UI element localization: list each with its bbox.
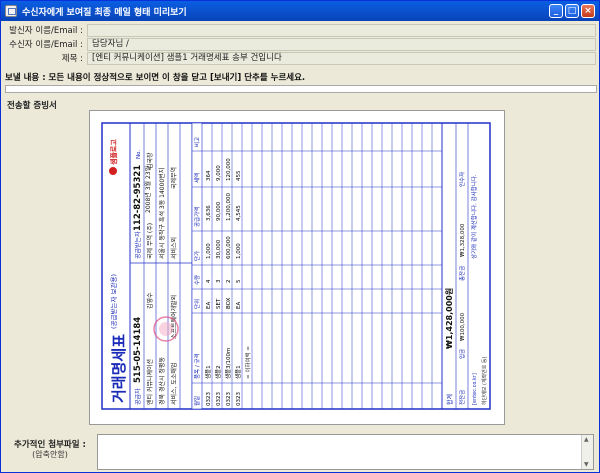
svg-text:4: 4 xyxy=(206,279,212,283)
svg-text:5: 5 xyxy=(236,279,242,283)
svg-text:364: 364 xyxy=(206,170,212,181)
col-unit: 단위 xyxy=(193,299,201,309)
svg-text:EA: EA xyxy=(236,302,242,309)
col-date: 월일 xyxy=(193,396,201,406)
minimize-button[interactable]: _ xyxy=(549,4,563,18)
total-label: 합계 xyxy=(446,394,454,405)
supplier-name: 엔티 커뮤니케이션 xyxy=(146,359,154,405)
invoice-rotated: 거래명세표 (공급받는자 보관용) 샘플로고 공급자 515-05-14184 … xyxy=(101,122,491,410)
col-tax: 세액 xyxy=(193,173,201,183)
invoice-date: 2008년 3월 23일 xyxy=(144,166,152,213)
invoice-document: 거래명세표 (공급받는자 보관용) 샘플로고 공급자 515-05-14184 … xyxy=(101,122,491,410)
section-label: 전송할 증빙서 xyxy=(7,101,57,111)
col-qty: 수량 xyxy=(194,275,201,285)
attachment-sub: (압축안함) xyxy=(32,450,68,459)
buyer-rep: 김국장 xyxy=(146,152,154,169)
svg-text:샘플1: 샘플1 xyxy=(204,365,212,379)
svg-text:샘플2: 샘플2 xyxy=(214,365,222,379)
svg-text:0323: 0323 xyxy=(216,392,222,406)
subject-field: [엔티 커뮤니케이션] 샘플1 거래명세표 송부 건입니다 xyxy=(87,51,596,65)
supplier-address: 경북 경산시 정평동 xyxy=(158,357,166,405)
attachment-list[interactable]: ▲ ▼ xyxy=(97,434,594,470)
maximize-button[interactable]: □ xyxy=(565,4,579,18)
sender-field xyxy=(87,23,596,37)
supplier-business: 서비스, 도소매업 xyxy=(170,363,178,405)
recipient-label: 수신자 이름/Email : xyxy=(9,40,83,50)
brand-logo: 샘플로고 xyxy=(109,139,118,165)
svg-text:9,000: 9,000 xyxy=(216,165,222,181)
outstanding-amount: ₩1,328,000 xyxy=(460,223,466,257)
buyer-reg-no: 112-82-95321 xyxy=(133,165,143,231)
svg-text:샘플1: 샘플1 xyxy=(234,365,242,379)
total-amount: ₩1,428,000원 xyxy=(444,288,454,349)
site-label: [entec.co.kr] xyxy=(472,373,478,405)
mail-header: 발신자 이름/Email : 수신자 이름/Email : 담당자님 / 제목 … xyxy=(5,23,596,65)
deposit-label: 입금 xyxy=(458,349,466,359)
document-viewer[interactable]: 거래명세표 (공급받는자 보관용) 샘플로고 공급자 515-05-14184 … xyxy=(89,110,505,425)
buyer-item: 국제무역 xyxy=(170,167,178,189)
svg-text:SET: SET xyxy=(216,298,222,309)
svg-text:4,545: 4,545 xyxy=(236,205,242,221)
svg-text:120,000: 120,000 xyxy=(226,158,232,181)
close-button[interactable]: × xyxy=(581,4,595,18)
buyer-label: 공급받는자 xyxy=(134,231,142,259)
supplier-rep: 김영수 xyxy=(146,292,154,309)
title-bar[interactable]: 수신자에게 보여질 최종 메일 형태 미리보기 _ □ × xyxy=(1,1,599,21)
svg-text:90,000: 90,000 xyxy=(216,201,222,221)
app-icon xyxy=(5,5,17,17)
buyer-name: 국제 무역 (주) xyxy=(146,223,154,259)
horizontal-scrollbar[interactable] xyxy=(5,85,597,93)
supplier-label: 공급자 xyxy=(134,388,142,405)
svg-text:1,200,000: 1,200,000 xyxy=(226,193,232,221)
scroll-down-icon[interactable]: ▼ xyxy=(584,461,589,468)
col-supply: 공급가액 xyxy=(193,207,201,227)
scroll-up-icon[interactable]: ▲ xyxy=(584,436,589,443)
col-note: 비고 xyxy=(193,137,201,147)
brand-logo-icon xyxy=(109,167,117,175)
svg-text:0323: 0323 xyxy=(206,392,212,406)
svg-text:600,000: 600,000 xyxy=(226,236,232,259)
svg-text:2: 2 xyxy=(226,280,232,284)
svg-text:3: 3 xyxy=(216,279,222,283)
bottom-memo: 하단메모 (계좌번호 등) xyxy=(481,356,488,405)
window-title: 수신자에게 보여질 최종 메일 형태 미리보기 xyxy=(22,7,187,18)
table-row: 0323 샘플3/100m BOX 2 600,000 1,200,000 12… xyxy=(224,158,232,406)
invoice-title: 거래명세표 xyxy=(110,334,128,403)
buyer-address: 서울시 동작구 흑석 3동 14000번지 xyxy=(158,168,166,259)
deposit-amount: ₩100,000 xyxy=(460,312,466,341)
preview-window: 수신자에게 보여질 최종 메일 형태 미리보기 _ □ × 발신자 이름/Ema… xyxy=(0,0,600,473)
receiver-label: 인수자 xyxy=(458,172,466,187)
subject-label: 제목 : xyxy=(61,54,83,64)
svg-text:0323: 0323 xyxy=(236,392,242,406)
col-price: 단가 xyxy=(193,251,201,261)
buyer-business: 서비스외 xyxy=(170,237,178,259)
sender-label: 발신자 이름/Email : xyxy=(9,26,83,36)
footer-note: = 이하여백 = xyxy=(244,346,252,379)
svg-text:30,000: 30,000 xyxy=(216,239,222,259)
svg-text:EA: EA xyxy=(206,302,212,309)
svg-text:1,000: 1,000 xyxy=(236,243,242,259)
svg-text:455: 455 xyxy=(236,170,242,181)
send-notice: 보낼 내용 : 모든 내용이 정상적으로 보이면 이 창을 닫고 [보내기] 단… xyxy=(5,73,306,83)
supplier-reg-no: 515-05-14184 xyxy=(133,317,143,383)
attachment-scrollbar[interactable]: ▲ ▼ xyxy=(581,435,593,469)
invoice-subtitle: (공급받는자 보관용) xyxy=(109,274,118,329)
col-item: 품목 / 규격 xyxy=(194,353,201,379)
svg-text:0323: 0323 xyxy=(226,392,232,406)
svg-text:샘플3/100m: 샘플3/100m xyxy=(224,348,232,379)
thanks-message: 상기와 같이 계산합니다. 감사합니다. xyxy=(470,174,478,259)
svg-text:BOX: BOX xyxy=(226,297,232,309)
svg-text:3,636: 3,636 xyxy=(206,205,212,221)
outstanding-label: 총잔금 xyxy=(458,266,466,281)
recipient-field: 담당자님 / xyxy=(87,37,596,51)
no-label: No. xyxy=(136,150,142,159)
prev-balance-label: 전잔금 xyxy=(458,390,466,405)
svg-text:1,000: 1,000 xyxy=(206,243,212,259)
